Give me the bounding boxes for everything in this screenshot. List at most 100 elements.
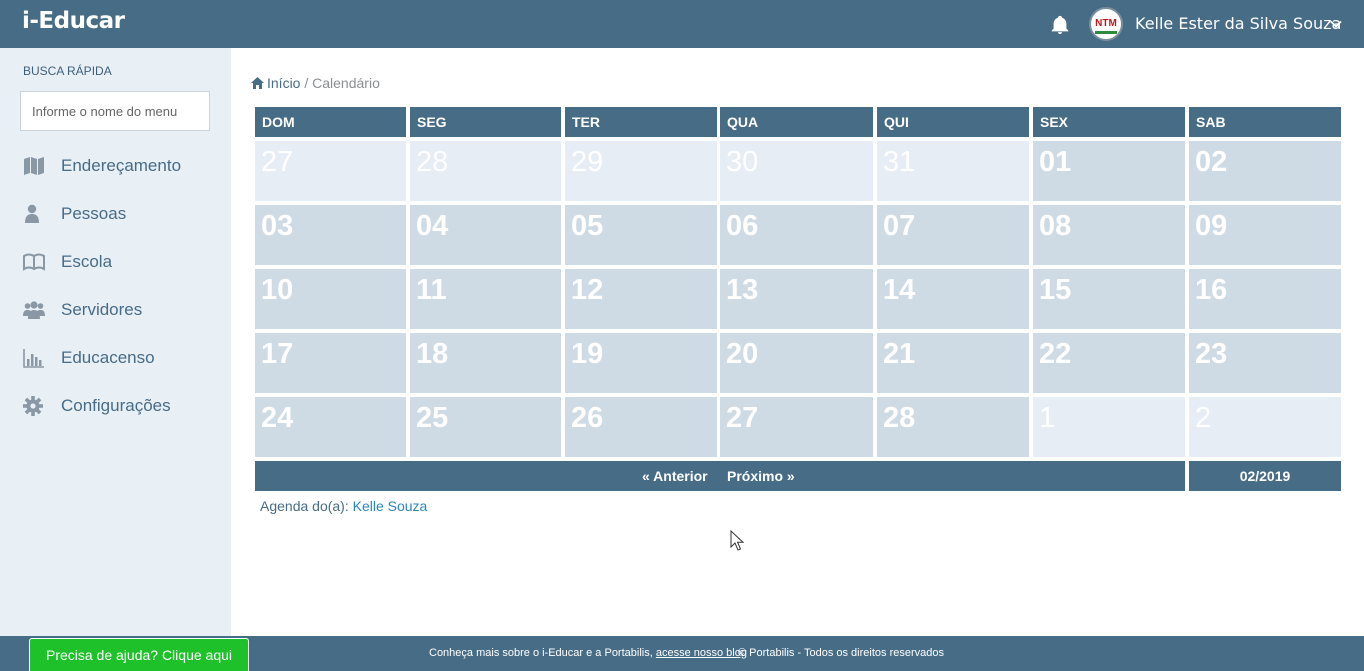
calendar-day-cell[interactable]: 27: [720, 397, 873, 457]
sidebar-item-label: Pessoas: [61, 204, 127, 223]
day-number: 17: [261, 338, 294, 370]
day-number: 04: [416, 210, 449, 242]
calendar-day-cell[interactable]: 28: [410, 141, 561, 201]
breadcrumb-home[interactable]: Início: [251, 75, 304, 91]
breadcrumb-separator: /: [304, 75, 309, 91]
help-button[interactable]: Precisa de ajuda? Clique aqui: [29, 638, 249, 671]
calendar-day-cell[interactable]: 04: [410, 205, 561, 265]
next-month-link[interactable]: Próximo »: [727, 468, 795, 484]
calendar-day-cell[interactable]: 23: [1189, 333, 1341, 393]
calendar-day-cell[interactable]: 14: [877, 269, 1029, 329]
calendar-day-cell[interactable]: 07: [877, 205, 1029, 265]
calendar-day-cell[interactable]: 21: [877, 333, 1029, 393]
day-number: 27: [261, 146, 294, 178]
home-icon: [251, 77, 264, 89]
sidebar-item-escola[interactable]: Escola: [0, 242, 231, 282]
day-number: 26: [571, 402, 604, 434]
weekday-header: DOM: [255, 107, 406, 137]
calendar-day-cell[interactable]: 09: [1189, 205, 1341, 265]
calendar-day-cell[interactable]: 24: [255, 397, 406, 457]
calendar-day-cell[interactable]: 05: [565, 205, 717, 265]
calendar-day-cell[interactable]: 10: [255, 269, 406, 329]
day-number: 27: [726, 402, 759, 434]
prev-month-link[interactable]: « Anterior: [642, 468, 708, 484]
chevron-down-icon[interactable]: [1329, 17, 1343, 31]
sidebar-item-servidores[interactable]: Servidores: [0, 290, 231, 330]
bar-chart-icon: [23, 349, 44, 368]
map-icon: [24, 157, 44, 175]
day-number: 06: [726, 210, 759, 242]
calendar-day-cell[interactable]: 11: [410, 269, 561, 329]
day-number: 10: [261, 274, 294, 306]
weekday-header: QUA: [720, 107, 873, 137]
day-number: 30: [726, 146, 759, 178]
breadcrumb-current: Calendário: [312, 75, 380, 91]
day-number: 08: [1039, 210, 1072, 242]
weekday-header: TER: [565, 107, 717, 137]
user-icon: [25, 204, 39, 223]
users-icon: [23, 301, 45, 319]
day-number: 19: [571, 338, 604, 370]
calendar-day-cell[interactable]: 19: [565, 333, 717, 393]
sidebar-item-educacenso[interactable]: Educacenso: [0, 338, 231, 378]
calendar-day-cell[interactable]: 2: [1189, 397, 1341, 457]
bell-icon[interactable]: [1049, 14, 1071, 36]
day-number: 05: [571, 210, 604, 242]
agenda-label: Agenda do(a):: [260, 498, 349, 514]
sidebar-item-pessoas[interactable]: Pessoas: [0, 194, 231, 234]
calendar-day-cell[interactable]: 31: [877, 141, 1029, 201]
day-number: 16: [1195, 274, 1228, 306]
day-number: 21: [883, 338, 916, 370]
calendar-day-cell[interactable]: 28: [877, 397, 1029, 457]
day-number: 14: [883, 274, 916, 306]
calendar-day-cell[interactable]: 17: [255, 333, 406, 393]
calendar-day-cell[interactable]: 25: [410, 397, 561, 457]
day-number: 18: [416, 338, 449, 370]
institution-logo: NTM: [1089, 7, 1123, 41]
calendar-day-cell[interactable]: 06: [720, 205, 873, 265]
calendar-day-cell[interactable]: 13: [720, 269, 873, 329]
sidebar-item-label: Configurações: [61, 396, 171, 415]
calendar-day-cell[interactable]: 30: [720, 141, 873, 201]
sidebar-item-configuracoes[interactable]: Configurações: [0, 386, 231, 426]
calendar-day-cell[interactable]: 22: [1033, 333, 1185, 393]
sidebar-item-label: Educacenso: [61, 348, 155, 367]
calendar-day-cell[interactable]: 26: [565, 397, 717, 457]
blog-link[interactable]: acesse nosso blog: [656, 647, 747, 659]
day-number: 31: [883, 146, 916, 178]
calendar-day-cell[interactable]: 12: [565, 269, 717, 329]
top-navbar: i-Educar NTM Kelle Ester da Silva Souza: [0, 0, 1364, 48]
weekday-header: SAB: [1189, 107, 1341, 137]
day-number: 25: [416, 402, 449, 434]
day-number: 12: [571, 274, 604, 306]
agenda-owner: Agenda do(a): Kelle Souza: [260, 498, 427, 514]
day-number: 28: [416, 146, 449, 178]
calendar-day-cell[interactable]: 01: [1033, 141, 1185, 201]
breadcrumb: Início / Calendário: [251, 75, 380, 91]
day-number: 24: [261, 402, 294, 434]
calendar-day-cell[interactable]: 1: [1033, 397, 1185, 457]
calendar-day-cell[interactable]: 03: [255, 205, 406, 265]
calendar-day-cell[interactable]: 20: [720, 333, 873, 393]
calendar-day-cell[interactable]: 27: [255, 141, 406, 201]
day-number: 15: [1039, 274, 1072, 306]
day-number: 28: [883, 402, 916, 434]
day-number: 07: [883, 210, 916, 242]
calendar-day-cell[interactable]: 29: [565, 141, 717, 201]
quick-search-input[interactable]: [20, 91, 210, 131]
breadcrumb-home-label: Início: [267, 75, 301, 91]
calendar-day-cell[interactable]: 18: [410, 333, 561, 393]
sidebar-item-enderecamento[interactable]: Endereçamento: [0, 146, 231, 186]
agenda-user-link[interactable]: Kelle Souza: [353, 498, 428, 514]
calendar-day-cell[interactable]: 02: [1189, 141, 1341, 201]
user-menu-name[interactable]: Kelle Ester da Silva Souza: [1135, 14, 1341, 33]
weekday-header: SEG: [410, 107, 561, 137]
calendar-day-cell[interactable]: 08: [1033, 205, 1185, 265]
weekday-header: SEX: [1033, 107, 1185, 137]
sidebar-item-label: Escola: [61, 252, 113, 271]
brand-title[interactable]: i-Educar: [22, 8, 125, 34]
calendar-day-cell[interactable]: 16: [1189, 269, 1341, 329]
sidebar-item-label: Endereçamento: [61, 156, 182, 175]
day-number: 13: [726, 274, 759, 306]
calendar-day-cell[interactable]: 15: [1033, 269, 1185, 329]
